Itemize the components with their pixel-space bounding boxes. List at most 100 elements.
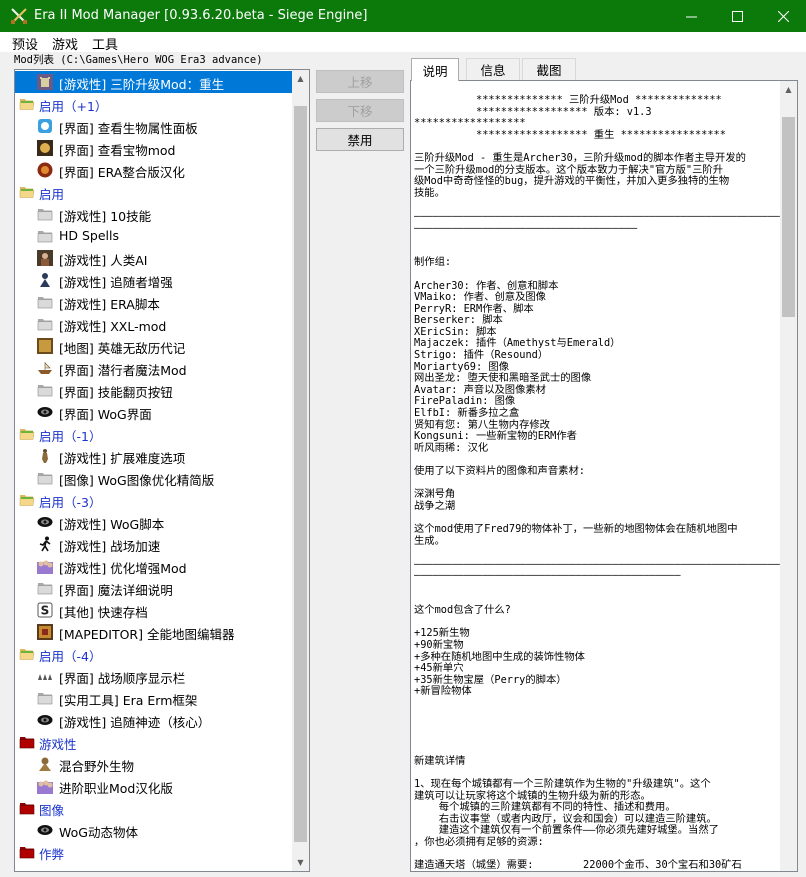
save-icon: S xyxy=(37,602,53,618)
menu-tools[interactable]: 工具 xyxy=(92,34,118,53)
mod-group-label: 游戏性 xyxy=(39,737,77,752)
tab-description[interactable]: 说明 xyxy=(411,58,459,81)
mod-list-item[interactable]: [界面] 魔法详细说明 xyxy=(15,577,293,599)
description-line: ************** 三阶升级Mod ************** xyxy=(414,94,722,106)
mod-group-header[interactable]: 游戏性 xyxy=(15,731,293,753)
description-line: +多种在随机地图中生成的装饰性物体 xyxy=(414,650,585,663)
mod-list-item[interactable]: [MAPEDITOR] 全能地图编辑器 xyxy=(15,621,293,643)
mod-list-item[interactable]: [界面] 潜行者魔法Mod xyxy=(15,357,293,379)
mod-group-header[interactable]: 启用（-1） xyxy=(15,423,293,445)
scroll-down-arrow-icon[interactable]: ▼ xyxy=(292,854,309,871)
tab-screenshots[interactable]: 截图 xyxy=(522,58,576,80)
menu-game[interactable]: 游戏 xyxy=(52,34,78,53)
description-line: Strigo: 插件（Resound） xyxy=(414,349,549,362)
era-logo-icon xyxy=(37,162,53,178)
move-up-button[interactable]: 上移 xyxy=(316,70,404,93)
folder-red-icon xyxy=(19,844,35,860)
mod-list-item[interactable]: [界面] 技能翻页按钮 xyxy=(15,379,293,401)
description-line: VMaiko: 作者、创意及图像 xyxy=(414,291,546,304)
mod-list-item[interactable]: [界面] 查看宝物mod xyxy=(15,137,293,159)
mod-list-label: Mod列表 (C:\Games\Hero WOG Era3 advance) xyxy=(14,54,263,66)
description-line: ————————————————————————————————————————… xyxy=(414,569,681,582)
mod-item-label: WoG动态物体 xyxy=(59,825,138,840)
mod-group-header[interactable]: 图像 xyxy=(15,797,293,819)
mod-list-item[interactable]: [实用工具] Era Erm框架 xyxy=(15,687,293,709)
follower-icon xyxy=(37,272,53,288)
maximize-button[interactable] xyxy=(714,0,760,32)
mod-list[interactable]: [游戏性] 三阶升级Mod：重生 启用（+1） [界面] 查看生物属性面板 [界面] … xyxy=(14,69,310,872)
description-line: 听风雨稀: 汉化 xyxy=(414,441,489,454)
description-line: 1、现在每个城镇都有一个三阶建筑作为生物的"升级建筑"。这个 xyxy=(414,778,711,791)
description-line: ElfbI: 新番多拉之盒 xyxy=(414,407,520,420)
mod-list-item[interactable]: [界面] 查看生物属性面板 xyxy=(15,115,293,137)
disable-button[interactable]: 禁用 xyxy=(316,128,404,151)
mod-list-item[interactable]: [游戏性] 优化增强Mod xyxy=(15,555,293,577)
description-line: +125新生物 xyxy=(414,627,470,640)
wog-icon xyxy=(37,822,53,838)
mod-item-label: [游戏性] WoG脚本 xyxy=(59,517,165,532)
ship-icon xyxy=(37,360,53,376)
mod-list-item[interactable]: [游戏性] XXL-mod xyxy=(15,313,293,335)
mod-item-label: [游戏性] 战场加速 xyxy=(59,539,161,554)
wog-icon xyxy=(37,404,53,420)
mod-group-header[interactable]: 启用（-3） xyxy=(15,489,293,511)
wog-icon xyxy=(37,514,53,530)
minimize-icon xyxy=(685,16,697,17)
mod-item-label: [地图] 英雄无敌历代记 xyxy=(59,341,186,356)
mod-list-item[interactable]: [游戏性] 三阶升级Mod：重生 xyxy=(15,71,293,93)
move-down-button[interactable]: 下移 xyxy=(316,99,404,122)
mod-list-item[interactable]: WoG动态物体 xyxy=(15,819,293,841)
mod-item-label: [游戏性] 人类AI xyxy=(59,253,148,268)
description-line: 新建筑详情 xyxy=(414,754,466,767)
mod-list-item[interactable]: [游戏性] 战场加速 xyxy=(15,533,293,555)
mod-list-item[interactable]: 混合野外生物 xyxy=(15,753,293,775)
castle-icon xyxy=(37,74,53,90)
scrollbar-thumb[interactable] xyxy=(782,117,795,317)
mod-item-label: [界面] WoG界面 xyxy=(59,407,152,422)
mod-group-label: 启用（-4） xyxy=(39,649,102,664)
mod-list-item[interactable]: [图像] WoG图像优化精简版 xyxy=(15,467,293,489)
mod-group-header[interactable]: 作弊 xyxy=(15,841,293,863)
mod-list-item[interactable]: [游戏性] WoG脚本 xyxy=(15,511,293,533)
mod-list-item[interactable]: [界面] WoG界面 xyxy=(15,401,293,423)
mod-list-item[interactable]: [游戏性] 10技能 xyxy=(15,203,293,225)
crowd-icon xyxy=(37,558,53,574)
mod-list-item[interactable]: [游戏性] ERA脚本 xyxy=(15,291,293,313)
description-panel[interactable]: ************** 三阶升级Mod ************** **… xyxy=(410,80,798,872)
description-line xyxy=(414,547,780,559)
mod-list-item[interactable]: HD Spells xyxy=(15,225,293,247)
queue-bar-icon xyxy=(37,668,53,684)
minimize-button[interactable] xyxy=(668,0,714,32)
mod-list-scrollbar[interactable]: ▲ ▼ xyxy=(292,70,309,871)
mod-group-header[interactable]: 启用（-4） xyxy=(15,643,293,665)
mod-list-item[interactable]: 进阶职业Mod汉化版 xyxy=(15,775,293,797)
description-line xyxy=(414,478,780,490)
mod-group-header[interactable]: 启用 xyxy=(15,181,293,203)
description-scrollbar[interactable]: ▲ xyxy=(780,81,797,871)
mod-list-item[interactable]: [游戏性] 人类AI xyxy=(15,247,293,269)
mod-list-item[interactable]: [界面] ERA整合版汉化 xyxy=(15,159,293,181)
scroll-up-arrow-icon[interactable]: ▲ xyxy=(780,81,797,98)
close-button[interactable] xyxy=(760,0,806,32)
mod-list-item[interactable]: [游戏性] 追随者增强 xyxy=(15,269,293,291)
mod-item-label: [界面] 查看宝物mod xyxy=(59,143,176,158)
description-line: ，你也必须拥有足够的资源: xyxy=(414,836,544,848)
mod-list-item[interactable]: [地图] 英雄无敌历代记 xyxy=(15,335,293,357)
folder-icon xyxy=(37,690,53,706)
description-line: ****************** 重生 ***************** xyxy=(414,128,726,141)
menu-presets[interactable]: 预设 xyxy=(12,34,38,53)
scrollbar-thumb[interactable] xyxy=(294,106,307,842)
tab-info[interactable]: 信息 xyxy=(466,58,520,80)
mod-item-label: [游戏性] XXL-mod xyxy=(59,319,167,334)
scroll-up-arrow-icon[interactable]: ▲ xyxy=(292,70,309,87)
mod-item-label: [游戏性] 追随者增强 xyxy=(59,275,173,290)
artifact-icon xyxy=(37,140,53,156)
mod-list-item[interactable]: [界面] 战场顺序显示栏 xyxy=(15,665,293,687)
mod-list-item[interactable]: [游戏性] 追随神迹（核心） xyxy=(15,709,293,731)
mod-item-label: [图像] WoG图像优化精简版 xyxy=(59,473,215,488)
mod-list-item[interactable]: [游戏性] 扩展难度选项 xyxy=(15,445,293,467)
mod-group-header[interactable]: 启用（+1） xyxy=(15,93,293,115)
title-bar[interactable]: Era II Mod Manager [0.93.6.20.beta - Sie… xyxy=(0,0,806,32)
crossed-swords-icon xyxy=(11,8,27,24)
mod-list-item[interactable]: S [其他] 快速存档 xyxy=(15,599,293,621)
